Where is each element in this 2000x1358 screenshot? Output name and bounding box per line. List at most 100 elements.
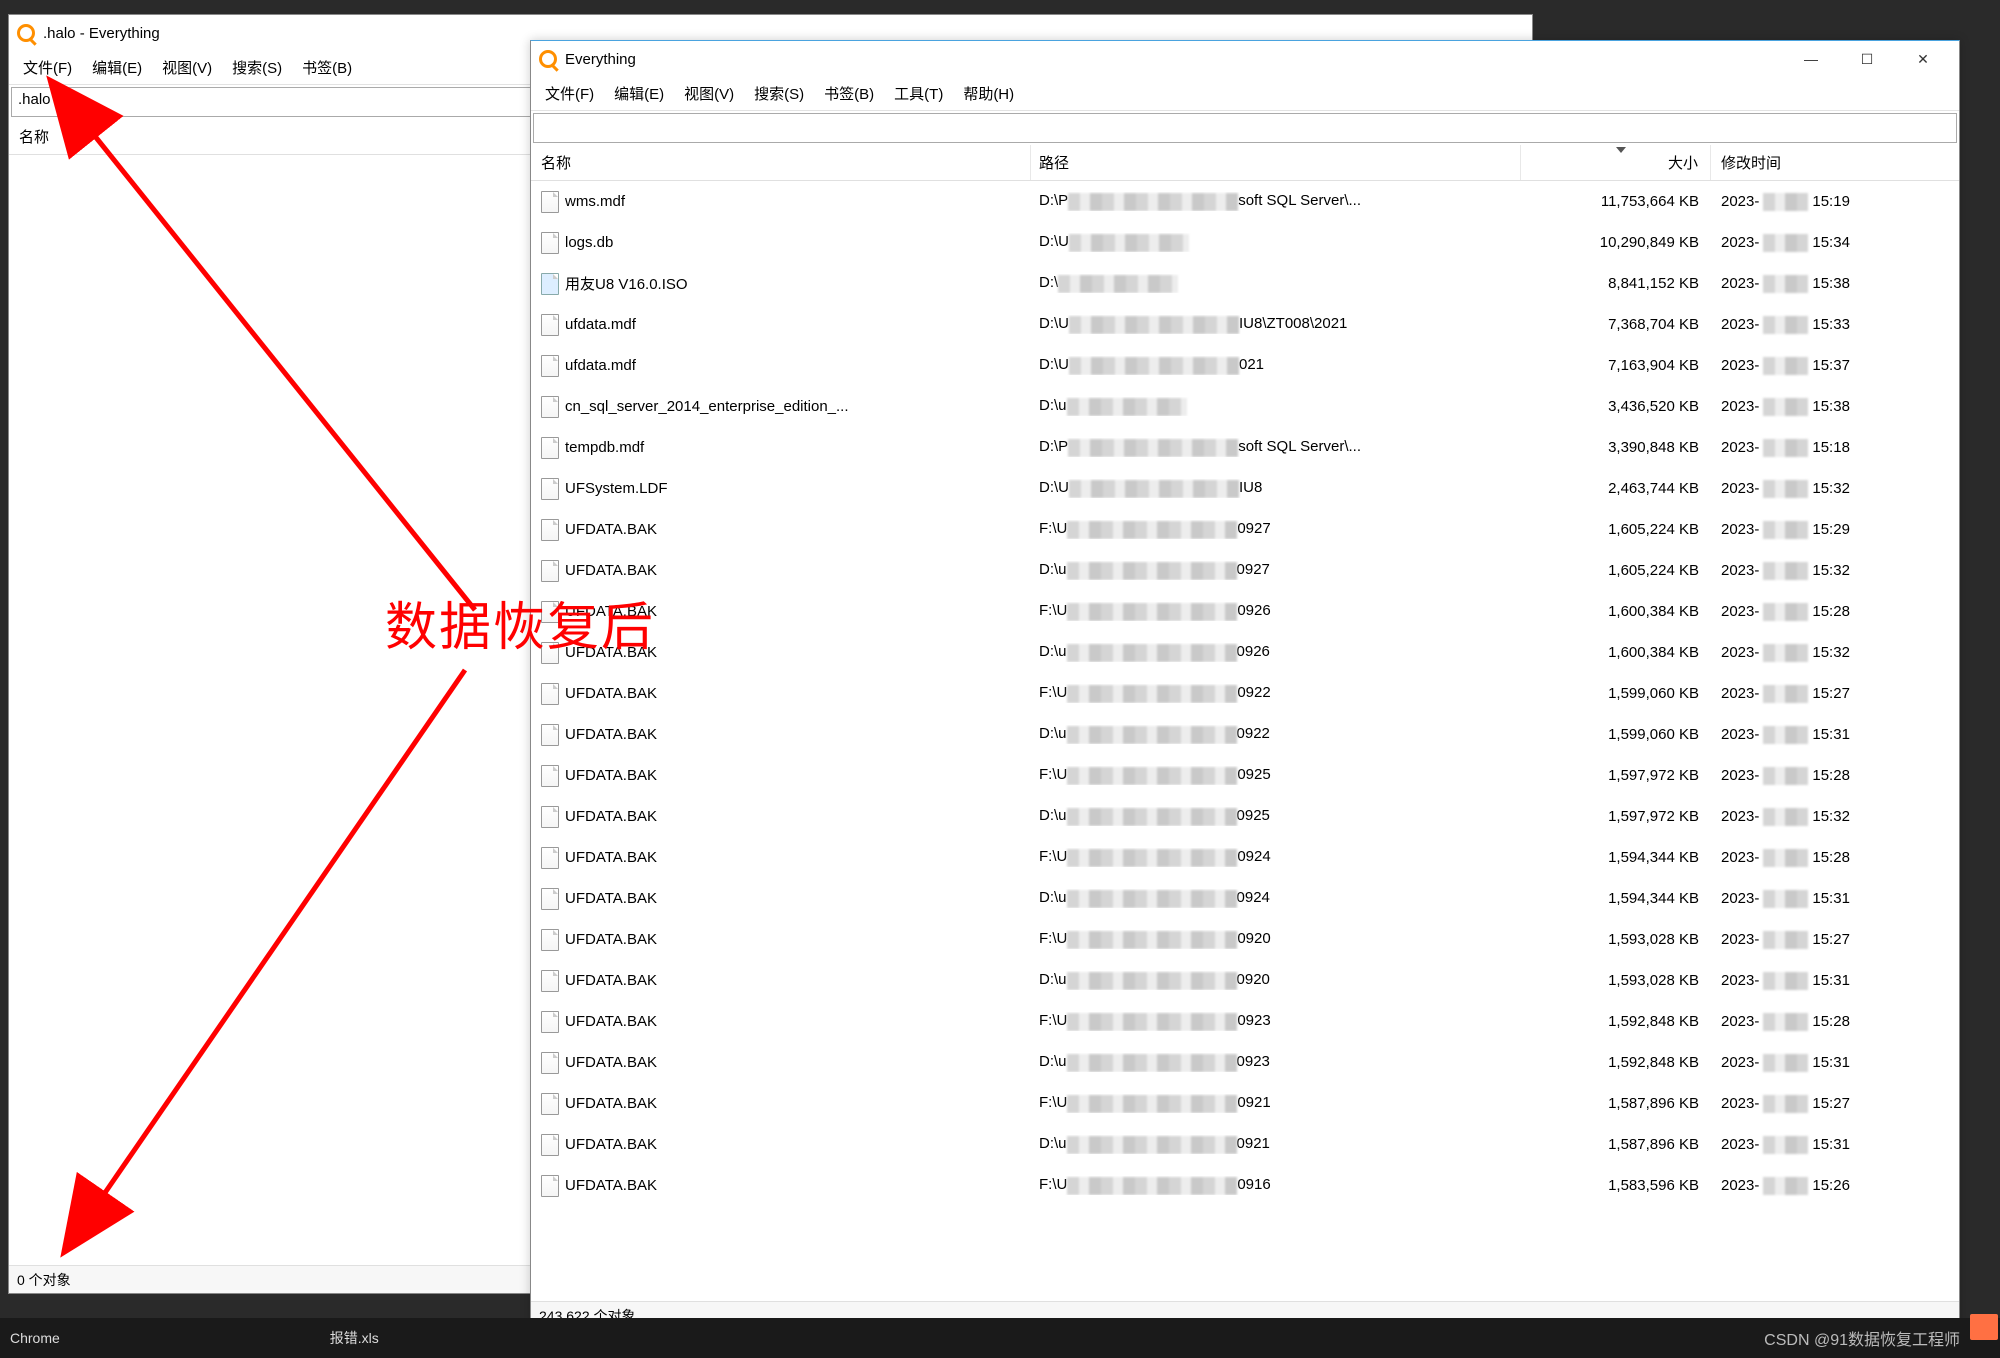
menu-file[interactable]: 文件(F) — [23, 57, 72, 78]
table-row[interactable]: UFDATA.BAKF:\U09251,597,972 KB2023- 15:2… — [531, 755, 1959, 796]
maximize-button[interactable] — [1839, 42, 1895, 76]
minimize-button[interactable] — [1783, 42, 1839, 76]
table-row[interactable]: UFDATA.BAKF:\U09211,587,896 KB2023- 15:2… — [531, 1083, 1959, 1124]
file-size: 1,599,060 KB — [1521, 685, 1711, 702]
file-date: 2023- 15:31 — [1711, 972, 1959, 990]
search-input[interactable] — [533, 113, 1957, 143]
file-name: cn_sql_server_2014_enterprise_edition_..… — [565, 398, 849, 415]
file-icon — [541, 1093, 559, 1115]
file-path: F:\U0924 — [1031, 848, 1521, 866]
watermark: CSDN @91数据恢复工程师 — [1764, 1326, 1960, 1350]
file-name: ufdata.mdf — [565, 316, 636, 333]
table-row[interactable]: UFDATA.BAKD:\u09271,605,224 KB2023- 15:3… — [531, 550, 1959, 591]
table-row[interactable]: UFDATA.BAKF:\U09221,599,060 KB2023- 15:2… — [531, 673, 1959, 714]
table-row[interactable]: UFSystem.LDFD:\UIU82,463,744 KB2023- 15:… — [531, 468, 1959, 509]
file-path: D:\Psoft SQL Server\... — [1031, 438, 1521, 456]
file-path: F:\U0921 — [1031, 1094, 1521, 1112]
file-name: UFDATA.BAK — [565, 1054, 657, 1071]
file-size: 7,368,704 KB — [1521, 316, 1711, 333]
table-row[interactable]: UFDATA.BAKF:\U09261,600,384 KB2023- 15:2… — [531, 591, 1959, 632]
menu-search[interactable]: 搜索(S) — [232, 57, 282, 78]
file-icon — [541, 437, 559, 459]
everything-window-after: Everything 文件(F) 编辑(E) 视图(V) 搜索(S) 书签(B)… — [530, 40, 1960, 1330]
file-name: wms.mdf — [565, 193, 625, 210]
file-date: 2023- 15:38 — [1711, 398, 1959, 416]
header-name[interactable]: 名称 — [531, 145, 1031, 180]
file-name: tempdb.mdf — [565, 439, 644, 456]
file-size: 1,605,224 KB — [1521, 521, 1711, 538]
file-date: 2023- 15:38 — [1711, 275, 1959, 293]
file-date: 2023- 15:28 — [1711, 1013, 1959, 1031]
file-list[interactable]: wms.mdf D:\Psoft SQL Server\... 11,753,664… — [531, 181, 1959, 1301]
table-row[interactable]: ufdata.mdfD:\UIU8\ZT008\20217,368,704 KB… — [531, 304, 1959, 345]
table-row[interactable]: UFDATA.BAKD:\u09241,594,344 KB2023- 15:3… — [531, 878, 1959, 919]
file-path: D:\ — [1031, 274, 1521, 292]
header-path[interactable]: 路径 — [1031, 145, 1521, 180]
table-row[interactable]: UFDATA.BAKD:\u09201,593,028 KB2023- 15:3… — [531, 960, 1959, 1001]
table-row[interactable]: cn_sql_server_2014_enterprise_edition_..… — [531, 386, 1959, 427]
file-path: D:\U021 — [1031, 356, 1521, 374]
menu-bookmark[interactable]: 书签(B) — [824, 83, 874, 104]
menubar: 文件(F) 编辑(E) 视图(V) 搜索(S) 书签(B) 工具(T) 帮助(H… — [531, 77, 1959, 111]
table-row[interactable]: UFDATA.BAKF:\U09271,605,224 KB2023- 15:2… — [531, 509, 1959, 550]
file-icon — [541, 1134, 559, 1156]
header-date[interactable]: 修改时间 — [1711, 145, 1959, 180]
menu-search[interactable]: 搜索(S) — [754, 83, 804, 104]
menu-tools[interactable]: 工具(T) — [894, 83, 943, 104]
menu-file[interactable]: 文件(F) — [545, 83, 594, 104]
file-size: 1,597,972 KB — [1521, 767, 1711, 784]
file-name: UFSystem.LDF — [565, 480, 668, 497]
file-size: 11,753,664 KB — [1521, 193, 1711, 210]
file-date: 2023- 15:32 — [1711, 808, 1959, 826]
close-button[interactable] — [1895, 42, 1951, 76]
window-title: .halo - Everything — [43, 25, 160, 42]
menu-bookmark[interactable]: 书签(B) — [302, 57, 352, 78]
file-date: 2023- 15:32 — [1711, 644, 1959, 662]
file-date: 2023- 15:31 — [1711, 1054, 1959, 1072]
table-row[interactable]: UFDATA.BAKF:\U09161,583,596 KB2023- 15:2… — [531, 1165, 1959, 1206]
file-path: F:\U0926 — [1031, 602, 1521, 620]
table-row[interactable]: tempdb.mdf D:\Psoft SQL Server\...3,390,8… — [531, 427, 1959, 468]
file-path: D:\u — [1031, 397, 1521, 415]
titlebar[interactable]: Everything — [531, 41, 1959, 77]
file-size: 1,592,848 KB — [1521, 1013, 1711, 1030]
menu-edit[interactable]: 编辑(E) — [614, 83, 664, 104]
table-row[interactable]: UFDATA.BAKF:\U09231,592,848 KB2023- 15:2… — [531, 1001, 1959, 1042]
table-row[interactable]: UFDATA.BAKF:\U09241,594,344 KB2023- 15:2… — [531, 837, 1959, 878]
table-row[interactable]: UFDATA.BAKD:\u09251,597,972 KB2023- 15:3… — [531, 796, 1959, 837]
table-row[interactable]: wms.mdfD:\Psoft SQL Server\...11,753,664… — [531, 181, 1959, 222]
file-path: D:\UIU8 — [1031, 479, 1521, 497]
file-size: 2,463,744 KB — [1521, 480, 1711, 497]
file-name: UFDATA.BAK — [565, 767, 657, 784]
file-path: D:\u0921 — [1031, 1135, 1521, 1153]
file-size: 1,592,848 KB — [1521, 1054, 1711, 1071]
taskbar-file[interactable]: 报错.xls — [330, 1328, 379, 1348]
file-name: UFDATA.BAK — [565, 849, 657, 866]
menu-help[interactable]: 帮助(H) — [963, 83, 1014, 104]
table-row[interactable]: UFDATA.BAKF:\U09201,593,028 KB2023- 15:2… — [531, 919, 1959, 960]
table-row[interactable]: UFDATA.BAKD:\u09211,587,896 KB2023- 15:3… — [531, 1124, 1959, 1165]
file-size: 3,390,848 KB — [1521, 439, 1711, 456]
header-size[interactable]: 大小 — [1521, 145, 1711, 180]
file-icon — [541, 519, 559, 541]
file-size: 1,597,972 KB — [1521, 808, 1711, 825]
menu-view[interactable]: 视图(V) — [162, 57, 212, 78]
file-name: UFDATA.BAK — [565, 685, 657, 702]
menu-view[interactable]: 视图(V) — [684, 83, 734, 104]
file-date: 2023- 15:18 — [1711, 439, 1959, 457]
menu-edit[interactable]: 编辑(E) — [92, 57, 142, 78]
file-path: D:\u0923 — [1031, 1053, 1521, 1071]
table-row[interactable]: UFDATA.BAKD:\u09261,600,384 KB2023- 15:3… — [531, 632, 1959, 673]
sort-desc-icon — [1616, 147, 1626, 153]
file-path: D:\u0927 — [1031, 561, 1521, 579]
taskbar-chrome[interactable]: Chrome — [10, 1330, 60, 1346]
file-size: 1,593,028 KB — [1521, 931, 1711, 948]
table-row[interactable]: logs.dbD:\U10,290,849 KB2023- 15:34 — [531, 222, 1959, 263]
file-date: 2023- 15:32 — [1711, 562, 1959, 580]
table-row[interactable]: 用友U8 V16.0.ISOD:\8,841,152 KB2023- 15:38 — [531, 263, 1959, 304]
file-icon — [541, 314, 559, 336]
file-name: UFDATA.BAK — [565, 1177, 657, 1194]
table-row[interactable]: ufdata.mdfD:\U0217,163,904 KB2023- 15:37 — [531, 345, 1959, 386]
table-row[interactable]: UFDATA.BAKD:\u09221,599,060 KB2023- 15:3… — [531, 714, 1959, 755]
table-row[interactable]: UFDATA.BAK D:\u09231,592,848 KB2023- 15:3… — [531, 1042, 1959, 1083]
